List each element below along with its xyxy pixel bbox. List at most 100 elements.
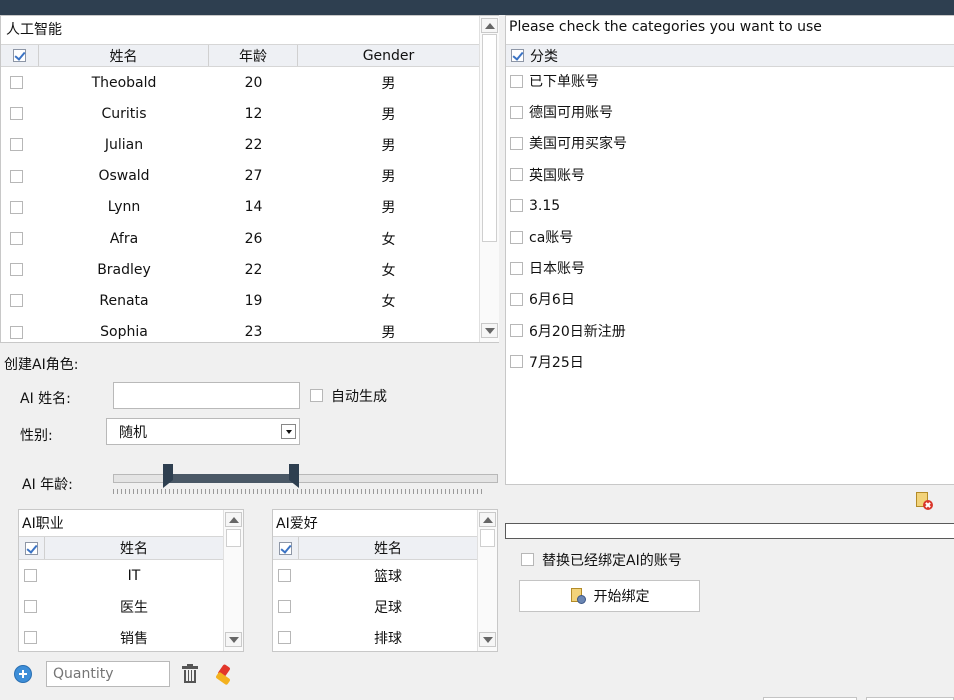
- ai-jobs-panel: AI职业 姓名 IT 医生 销售: [18, 509, 244, 652]
- categories-panel: Please check the categories you want to …: [505, 15, 954, 485]
- category-checkbox[interactable]: [510, 261, 523, 275]
- list-item[interactable]: 足球: [273, 591, 477, 622]
- jobs-column-header[interactable]: 姓名: [45, 537, 223, 559]
- ai-grid-scrollbar[interactable]: [479, 16, 499, 342]
- categories-select-all-checkbox[interactable]: [511, 49, 524, 62]
- scroll-up-button[interactable]: [481, 18, 498, 33]
- row-checkbox[interactable]: [10, 169, 23, 183]
- age-range-slider[interactable]: [113, 464, 499, 496]
- table-row[interactable]: Julian 22 男: [1, 129, 479, 160]
- category-label: 6月20日新注册: [529, 323, 626, 340]
- jobs-scroll-thumb[interactable]: [226, 529, 241, 547]
- bind-icon: [570, 587, 586, 605]
- cell-age: 12: [244, 105, 263, 122]
- hobbies-scrollbar[interactable]: [477, 510, 497, 651]
- row-checkbox[interactable]: [10, 138, 23, 152]
- table-row[interactable]: Bradley 22 女: [1, 254, 479, 285]
- cell-age: 19: [244, 292, 263, 309]
- category-item[interactable]: 英国账号: [510, 164, 585, 186]
- delete-config-icon[interactable]: [913, 491, 933, 511]
- category-checkbox[interactable]: [510, 136, 523, 150]
- table-row[interactable]: Theobald 20 男: [1, 67, 479, 98]
- add-icon[interactable]: [14, 665, 32, 683]
- cell-gender: 男: [381, 75, 396, 92]
- jobs-scroll-up-button[interactable]: [225, 512, 242, 527]
- table-row[interactable]: Afra 26 女: [1, 223, 479, 254]
- scroll-thumb[interactable]: [482, 34, 497, 242]
- category-item[interactable]: ca账号: [510, 226, 573, 248]
- item-checkbox[interactable]: [24, 631, 37, 644]
- table-row[interactable]: Sophia 23 男: [1, 317, 479, 343]
- slider-min-thumb[interactable]: [163, 464, 173, 480]
- select-all-checkbox[interactable]: [13, 49, 26, 62]
- gender-select[interactable]: 随机: [106, 418, 300, 445]
- category-checkbox[interactable]: [510, 168, 523, 182]
- hobbies-select-all-checkbox[interactable]: [279, 541, 292, 555]
- ai-name-input[interactable]: [113, 382, 300, 409]
- list-item[interactable]: IT: [19, 560, 223, 591]
- trash-icon[interactable]: [181, 664, 199, 684]
- list-item[interactable]: 销售: [19, 622, 223, 651]
- table-row[interactable]: Lynn 14 男: [1, 192, 479, 223]
- jobs-scroll-down-button[interactable]: [225, 632, 242, 647]
- item-checkbox-cell: [19, 560, 45, 591]
- item-checkbox[interactable]: [278, 600, 291, 613]
- item-label: 足球: [374, 599, 402, 616]
- category-item[interactable]: 7月25日: [510, 351, 584, 373]
- item-checkbox[interactable]: [24, 600, 37, 613]
- category-checkbox[interactable]: [510, 355, 523, 369]
- table-row[interactable]: Curitis 12 男: [1, 98, 479, 129]
- column-header-gender[interactable]: Gender: [298, 45, 479, 66]
- category-checkbox[interactable]: [510, 324, 523, 338]
- category-checkbox[interactable]: [510, 230, 523, 244]
- list-item[interactable]: 医生: [19, 591, 223, 622]
- auto-generate-checkbox[interactable]: [310, 389, 323, 402]
- hobbies-scroll-down-button[interactable]: [479, 632, 496, 647]
- column-header-name[interactable]: 姓名: [39, 45, 209, 66]
- item-checkbox[interactable]: [278, 569, 291, 582]
- row-checkbox[interactable]: [10, 107, 23, 121]
- category-checkbox[interactable]: [510, 292, 523, 306]
- category-item[interactable]: 已下单账号: [510, 70, 599, 92]
- item-checkbox[interactable]: [24, 569, 37, 582]
- category-item[interactable]: 日本账号: [510, 257, 585, 279]
- slider-max-thumb[interactable]: [289, 464, 299, 480]
- column-header-age[interactable]: 年龄: [209, 45, 298, 66]
- category-item[interactable]: 3.15: [510, 195, 560, 217]
- category-item[interactable]: 德国可用账号: [510, 101, 613, 123]
- list-item[interactable]: 排球: [273, 622, 477, 651]
- category-item[interactable]: 美国可用买家号: [510, 132, 627, 154]
- category-checkbox[interactable]: [510, 105, 523, 119]
- jobs-select-all-checkbox[interactable]: [25, 541, 38, 555]
- replace-bound-checkbox[interactable]: [521, 553, 534, 566]
- quantity-input[interactable]: [46, 661, 170, 687]
- item-label: IT: [127, 567, 141, 584]
- category-label: 7月25日: [529, 354, 584, 371]
- chevron-down-icon[interactable]: [281, 424, 296, 439]
- start-bind-button[interactable]: 开始绑定: [519, 580, 700, 612]
- category-item[interactable]: 6月6日: [510, 288, 575, 310]
- row-checkbox[interactable]: [10, 263, 23, 277]
- row-checkbox[interactable]: [10, 232, 23, 245]
- select-all-cell: [1, 45, 39, 66]
- category-checkbox[interactable]: [510, 74, 523, 88]
- list-item[interactable]: 篮球: [273, 560, 477, 591]
- row-checkbox[interactable]: [10, 294, 23, 308]
- row-checkbox[interactable]: [10, 200, 23, 214]
- hobbies-scroll-thumb[interactable]: [480, 529, 495, 547]
- table-row[interactable]: Oswald 27 男: [1, 161, 479, 192]
- hobbies-scroll-up-button[interactable]: [479, 512, 496, 527]
- row-checkbox[interactable]: [10, 325, 23, 339]
- ai-grid-title: 人工智能: [6, 22, 62, 38]
- hobbies-column-header[interactable]: 姓名: [299, 537, 477, 559]
- scroll-down-button[interactable]: [481, 323, 498, 338]
- ai-grid-rows: Theobald 20 男 Curitis 12 男 Julian 22 男 Oswald 27 男 L…: [1, 67, 479, 343]
- item-checkbox-cell: [273, 622, 299, 651]
- table-row[interactable]: Renata 19 女: [1, 285, 479, 316]
- jobs-scrollbar[interactable]: [223, 510, 243, 651]
- category-checkbox[interactable]: [510, 199, 523, 213]
- eraser-icon[interactable]: [214, 663, 234, 686]
- item-checkbox[interactable]: [278, 631, 291, 644]
- category-item[interactable]: 6月20日新注册: [510, 320, 626, 342]
- row-checkbox[interactable]: [10, 76, 23, 89]
